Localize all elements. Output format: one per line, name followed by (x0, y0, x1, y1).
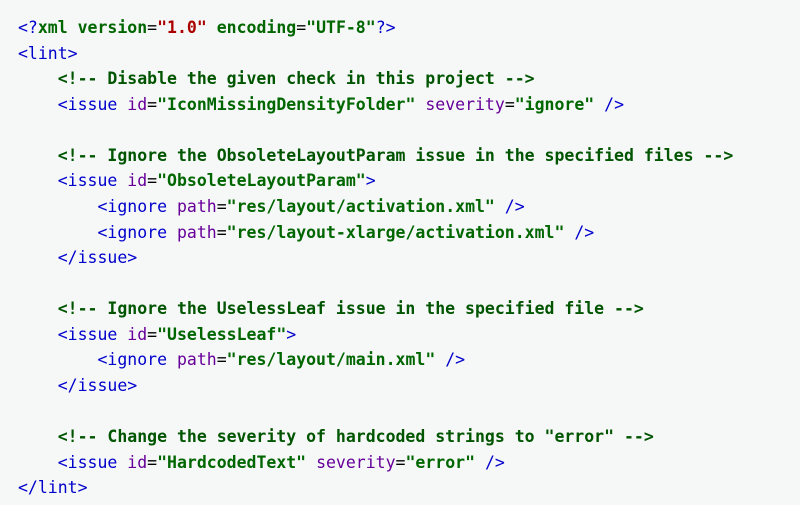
version-val: "1.0" (157, 18, 207, 37)
id-attr: id (127, 325, 147, 344)
issue1-id: "IconMissingDensityFolder" (157, 95, 415, 114)
xml-decl-open: <? (18, 18, 38, 37)
self-close: /> (594, 95, 624, 114)
tag-close: > (286, 325, 296, 344)
code-block: <?xml version="1.0" encoding="UTF-8"?> <… (18, 15, 782, 501)
self-close: /> (435, 350, 465, 369)
issue4-sev: "error" (405, 453, 475, 472)
ignore-tag: <ignore (97, 197, 167, 216)
self-close: /> (495, 197, 525, 216)
severity-attr: severity (316, 453, 395, 472)
encoding-attr: encoding (217, 18, 296, 37)
ignore2b-val: "res/layout-xlarge/activation.xml" (227, 223, 565, 242)
xml-decl-name: xml (38, 18, 68, 37)
lint-open: <lint> (18, 44, 78, 63)
id-attr: id (127, 453, 147, 472)
issue3-tag: <issue (58, 325, 118, 344)
path-attr: path (177, 223, 217, 242)
issue3-id: "UselessLeaf" (157, 325, 286, 344)
path-attr: path (177, 350, 217, 369)
issue4-id: "HardcodedText" (157, 453, 306, 472)
ignore-tag: <ignore (97, 350, 167, 369)
comment-2: <!-- Ignore the ObsoleteLayoutParam issu… (58, 146, 734, 165)
xml-decl-close: ?> (376, 18, 396, 37)
comment-3: <!-- Ignore the UselessLeaf issue in the… (58, 299, 644, 318)
self-close: /> (564, 223, 594, 242)
id-attr: id (127, 95, 147, 114)
issue1-sev: "ignore" (515, 95, 594, 114)
lint-close: </lint> (18, 478, 88, 497)
issue2-tag: <issue (58, 171, 118, 190)
tag-close: > (366, 171, 376, 190)
ignore3-val: "res/layout/main.xml" (227, 350, 436, 369)
severity-attr: severity (425, 95, 504, 114)
path-attr: path (177, 197, 217, 216)
issue2-id: "ObsoleteLayoutParam" (157, 171, 366, 190)
issue-close: </issue> (58, 376, 137, 395)
ignore-tag: <ignore (97, 223, 167, 242)
version-attr: version (78, 18, 148, 37)
issue-close: </issue> (58, 248, 137, 267)
id-attr: id (127, 171, 147, 190)
encoding-val: "UTF-8" (306, 18, 376, 37)
issue4-tag: <issue (58, 453, 118, 472)
issue1-tag: <issue (58, 95, 118, 114)
comment-4: <!-- Change the severity of hardcoded st… (58, 427, 654, 446)
ignore2a-val: "res/layout/activation.xml" (227, 197, 495, 216)
comment-1: <!-- Disable the given check in this pro… (58, 69, 535, 88)
self-close: /> (475, 453, 505, 472)
